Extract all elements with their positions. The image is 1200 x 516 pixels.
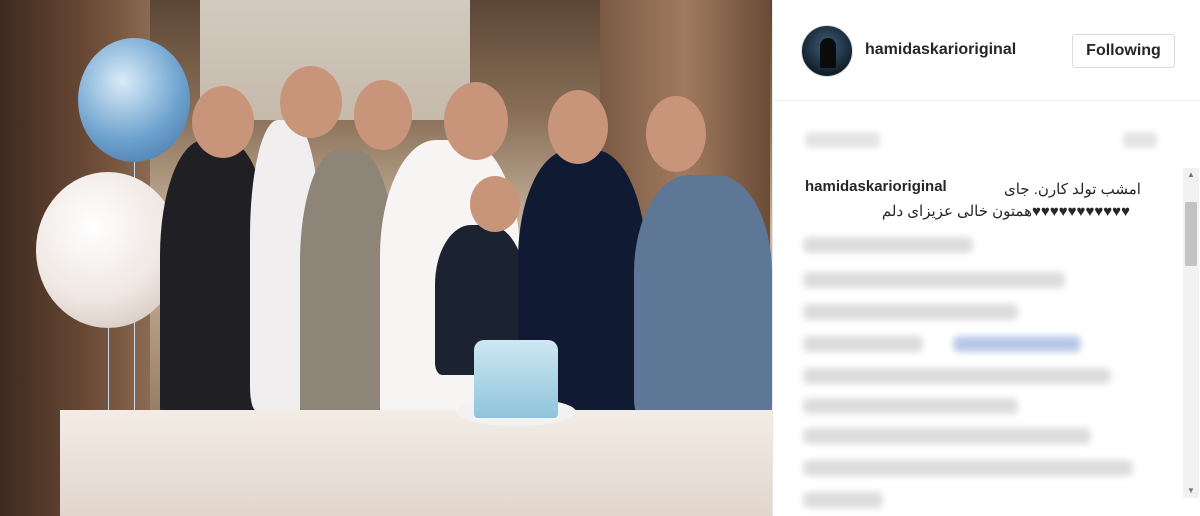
blurred-likes [805, 132, 880, 148]
person-head [470, 176, 520, 232]
blurred-comment [803, 428, 1091, 444]
person-head [646, 96, 706, 172]
birthday-cake [474, 340, 558, 418]
blurred-comment [803, 304, 1018, 320]
post-photo[interactable] [0, 0, 772, 516]
person-head [280, 66, 342, 138]
avatar-figure [820, 38, 836, 68]
blurred-comment [803, 460, 1133, 476]
following-button[interactable]: Following [1072, 34, 1175, 68]
scroll-up-arrow-icon[interactable]: ▲ [1183, 168, 1199, 182]
party-table [60, 410, 772, 516]
person [634, 175, 772, 420]
post-caption: hamidaskarioriginal امشب تولد کارن. جای … [805, 178, 1141, 220]
person-head [444, 82, 508, 160]
post-username[interactable]: hamidaskarioriginal [865, 41, 1016, 59]
balloon-white [36, 172, 180, 328]
profile-avatar-icon[interactable] [801, 25, 853, 77]
blurred-comment [803, 398, 1018, 414]
balloon-blue [78, 38, 190, 162]
blurred-timestamp [1123, 132, 1157, 148]
person-head [354, 80, 412, 150]
scroll-down-arrow-icon[interactable]: ▼ [1183, 484, 1199, 498]
caption-text-line2: ♥♥♥♥♥♥♥♥♥♥♥همتون خالی عزیزای دلم [881, 203, 1130, 220]
blurred-comment [803, 336, 923, 352]
person-head [548, 90, 608, 164]
comments-scrollbar[interactable]: ▲ ▼ [1183, 168, 1199, 498]
blurred-comment [803, 492, 883, 508]
caption-text-line1: امشب تولد کارن. جای [1004, 181, 1141, 198]
caption-username[interactable]: hamidaskarioriginal [805, 178, 947, 195]
blurred-comment [803, 272, 1065, 288]
blurred-comment [803, 368, 1111, 384]
blurred-comment-link [953, 336, 1081, 352]
person-head [192, 86, 254, 158]
scrollbar-thumb[interactable] [1185, 202, 1197, 266]
blurred-comment [803, 237, 973, 253]
post-side-panel: hamidaskarioriginal Following hamidaskar… [772, 0, 1200, 516]
post-header: hamidaskarioriginal Following [773, 0, 1200, 101]
